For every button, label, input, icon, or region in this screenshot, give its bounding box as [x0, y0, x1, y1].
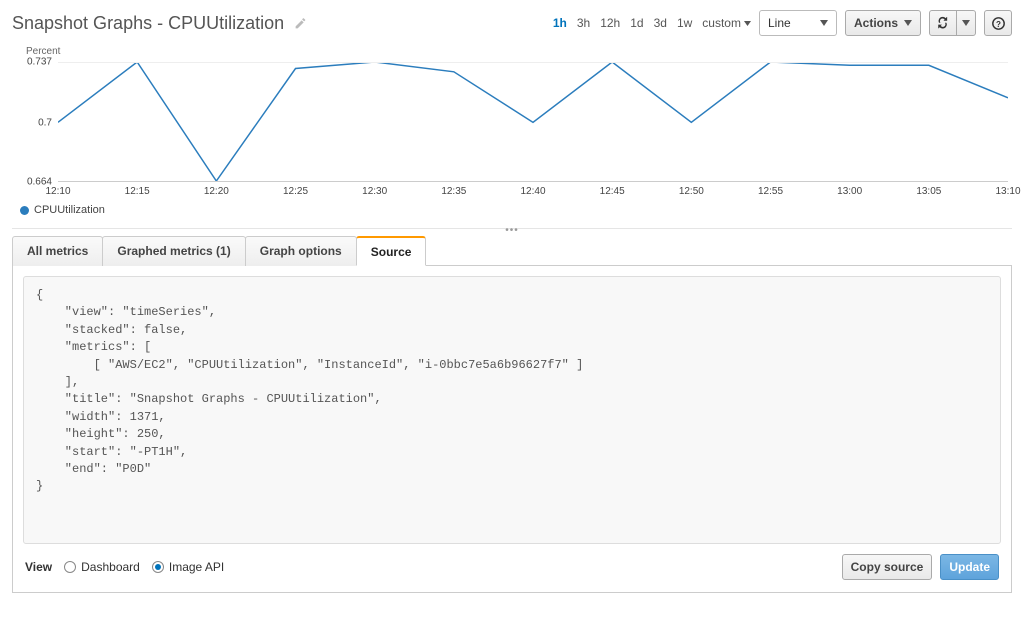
- update-label: Update: [949, 560, 990, 574]
- toolbar: 1h 3h 12h 1d 3d 1w custom Line Actions: [553, 10, 1012, 36]
- y-axis-label: Percent: [26, 46, 60, 57]
- x-tick: 12:45: [600, 186, 625, 197]
- legend-color-dot: [20, 206, 29, 215]
- x-tick: 12:10: [45, 186, 70, 197]
- y-tick: 0.737: [27, 57, 52, 68]
- pencil-icon[interactable]: [292, 15, 308, 31]
- tab-graph-options[interactable]: Graph options: [245, 236, 357, 266]
- drag-handle-icon[interactable]: •••: [505, 225, 519, 236]
- copy-source-button[interactable]: Copy source: [842, 554, 933, 580]
- time-range-1h[interactable]: 1h: [553, 16, 567, 30]
- svg-text:?: ?: [996, 19, 1001, 28]
- panel-divider[interactable]: •••: [12, 228, 1012, 229]
- actions-label: Actions: [854, 16, 898, 30]
- radio-dot-off: [64, 561, 76, 573]
- x-tick: 12:35: [441, 186, 466, 197]
- header-bar: Snapshot Graphs - CPUUtilization 1h 3h 12h…: [12, 8, 1012, 42]
- tab-all-metrics[interactable]: All metrics: [12, 236, 103, 266]
- actions-button[interactable]: Actions: [845, 10, 921, 36]
- radio-dot-on: [152, 561, 164, 573]
- time-range-picker: 1h 3h 12h 1d 3d 1w custom: [553, 16, 751, 30]
- chart-type-select[interactable]: Line: [759, 10, 837, 36]
- tabs-bar: All metricsGraphed metrics (1)Graph opti…: [12, 235, 1012, 266]
- radio-dashboard-label: Dashboard: [81, 560, 140, 574]
- copy-source-label: Copy source: [851, 560, 924, 574]
- time-range-1d[interactable]: 1d: [630, 16, 643, 30]
- x-tick: 13:00: [837, 186, 862, 197]
- x-tick: 13:10: [995, 186, 1020, 197]
- help-button[interactable]: ?: [984, 10, 1012, 36]
- refresh-split-button: [929, 10, 976, 36]
- caret-down-icon: [962, 20, 970, 26]
- update-button[interactable]: Update: [940, 554, 999, 580]
- x-tick: 12:55: [758, 186, 783, 197]
- time-range-3d[interactable]: 3d: [654, 16, 667, 30]
- radio-image-api[interactable]: Image API: [152, 560, 224, 574]
- time-range-1w[interactable]: 1w: [677, 16, 692, 30]
- radio-image-api-label: Image API: [169, 560, 224, 574]
- tab-source[interactable]: Source: [356, 236, 427, 266]
- y-tick: 0.7: [38, 117, 52, 128]
- x-axis-ticks: 12:1012:1512:2012:2512:3012:3512:4012:45…: [58, 186, 1008, 202]
- x-tick: 13:05: [916, 186, 941, 197]
- refresh-button[interactable]: [929, 10, 957, 36]
- y-axis-ticks: 0.7370.70.664: [12, 62, 54, 182]
- line-chart-svg: [58, 62, 1008, 181]
- x-tick: 12:15: [125, 186, 150, 197]
- chart-legend: CPUUtilization: [12, 202, 1012, 220]
- source-panel: { "view": "timeSeries", "stacked": false…: [12, 266, 1012, 593]
- radio-dashboard[interactable]: Dashboard: [64, 560, 140, 574]
- x-tick: 12:50: [679, 186, 704, 197]
- x-tick: 12:20: [204, 186, 229, 197]
- view-mode-group: View Dashboard Image API: [25, 560, 224, 574]
- time-range-3h[interactable]: 3h: [577, 16, 590, 30]
- x-tick: 12:30: [362, 186, 387, 197]
- view-label: View: [25, 560, 52, 574]
- tab-graphed-metrics-1-[interactable]: Graphed metrics (1): [102, 236, 245, 266]
- refresh-options-button[interactable]: [956, 10, 976, 36]
- x-tick: 12:25: [283, 186, 308, 197]
- caret-down-icon: [820, 20, 828, 26]
- caret-down-icon: [744, 21, 751, 26]
- page-title: Snapshot Graphs - CPUUtilization: [12, 13, 284, 34]
- source-json-editor[interactable]: { "view": "timeSeries", "stacked": false…: [23, 276, 1001, 544]
- chart-panel: Percent 0.7370.70.664 12:10 12:15 12:20 12:…: [12, 42, 1012, 222]
- chart-plot[interactable]: [58, 62, 1008, 182]
- help-icon: ?: [992, 17, 1005, 30]
- chart-type-value: Line: [768, 16, 791, 30]
- x-tick: 12:40: [520, 186, 545, 197]
- refresh-icon: [936, 16, 950, 30]
- time-range-12h[interactable]: 12h: [600, 16, 620, 30]
- legend-label: CPUUtilization: [34, 204, 105, 216]
- time-range-custom[interactable]: custom: [702, 16, 751, 30]
- caret-down-icon: [904, 20, 912, 26]
